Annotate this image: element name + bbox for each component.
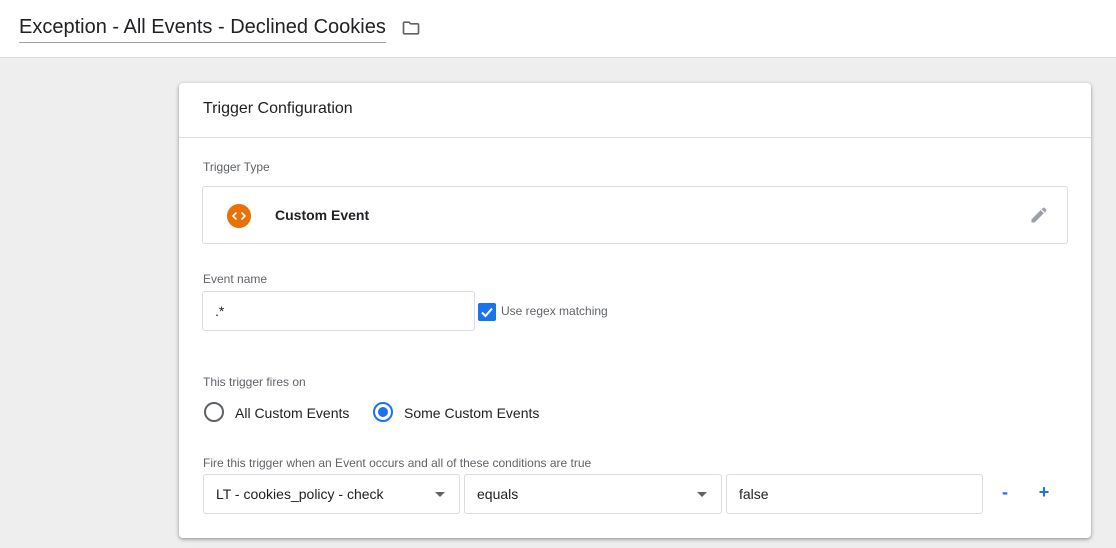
add-condition-button[interactable]: + [1034, 482, 1054, 503]
folder-icon[interactable] [400, 18, 422, 38]
conditions-label: Fire this trigger when an Event occurs a… [203, 456, 592, 470]
fires-on-label: This trigger fires on [203, 375, 306, 389]
code-brackets-icon [227, 204, 251, 228]
radio-all-custom-events[interactable] [204, 402, 224, 422]
radio-some-custom-events[interactable] [373, 402, 393, 422]
event-name-label: Event name [203, 272, 268, 286]
top-bar: Exception - All Events - Declined Cookie… [0, 0, 1116, 58]
radio-all-custom-events-label: All Custom Events [235, 405, 350, 421]
trigger-type-selector[interactable]: Custom Event [202, 186, 1068, 244]
condition-variable-select[interactable]: LT - cookies_policy - check [203, 474, 460, 514]
trigger-type-name: Custom Event [275, 207, 370, 223]
card-header: Trigger Configuration [179, 83, 1091, 138]
regex-checkbox[interactable] [478, 303, 496, 321]
condition-value-input[interactable]: false [726, 474, 983, 514]
trigger-name-input[interactable]: Exception - All Events - Declined Cookie… [19, 14, 386, 43]
remove-condition-button[interactable]: - [995, 482, 1015, 503]
trigger-configuration-card: Trigger Configuration Trigger Type Custo… [179, 83, 1091, 538]
trigger-type-label: Trigger Type [203, 160, 270, 174]
pencil-icon[interactable] [1029, 205, 1049, 225]
regex-checkbox-label: Use regex matching [501, 304, 608, 318]
radio-some-custom-events-label: Some Custom Events [404, 405, 540, 421]
event-name-input[interactable]: .* [202, 291, 475, 331]
card-title: Trigger Configuration [203, 100, 353, 117]
condition-operator-select[interactable]: equals [464, 474, 722, 514]
